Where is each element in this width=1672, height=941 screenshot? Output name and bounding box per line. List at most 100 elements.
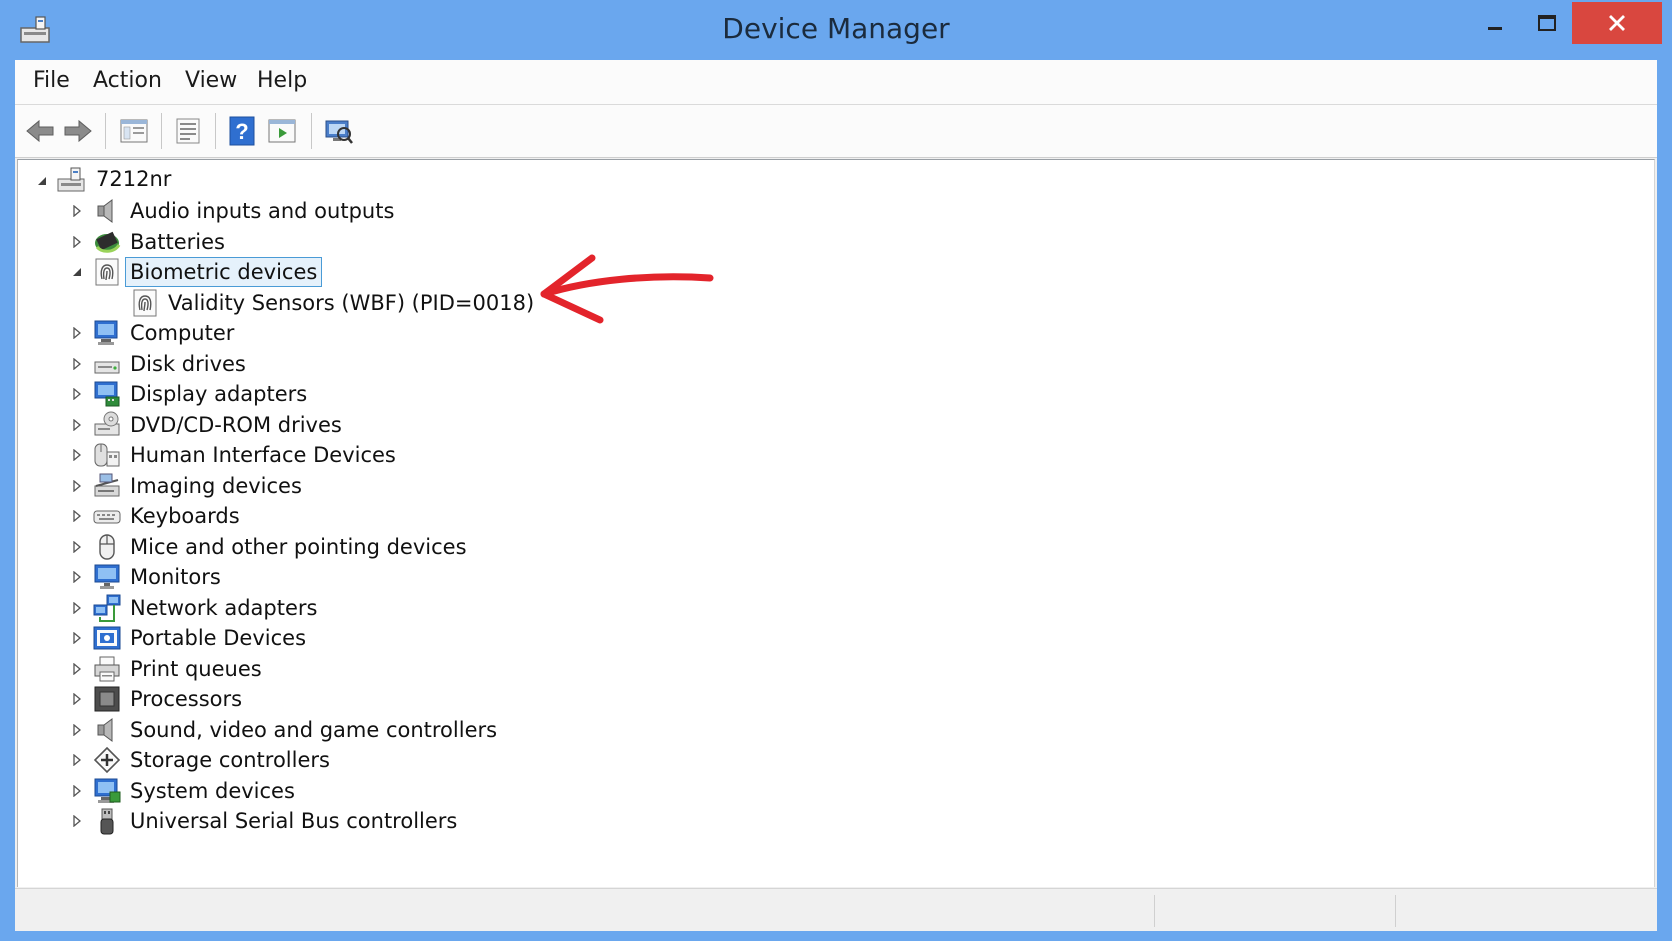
help-button[interactable]: ?: [225, 114, 259, 148]
expand-toggle-human-interface-devices[interactable]: [70, 448, 84, 462]
category-imaging-devices[interactable]: Imaging devices: [130, 472, 302, 500]
expand-toggle-sound-video-and-game-controllers[interactable]: [70, 723, 84, 737]
device-manager-window: Device Manager File Action View Help ? 7…: [0, 0, 1672, 941]
expand-arrow-icon: [73, 662, 82, 675]
status-divider: [1395, 895, 1396, 927]
storage-controller-icon: [93, 746, 121, 774]
category-computer[interactable]: Computer: [130, 319, 234, 347]
processor-icon: [94, 686, 120, 712]
expand-toggle-disk-drives[interactable]: [70, 357, 84, 371]
category-sound-video-and-game-controllers[interactable]: Sound, video and game controllers: [130, 716, 497, 744]
disk-drive-icon: [94, 361, 120, 373]
expand-toggle-storage-controllers[interactable]: [70, 753, 84, 767]
expand-toggle-universal-serial-bus-controllers[interactable]: [70, 814, 84, 828]
show-hide-console-tree-button[interactable]: [117, 114, 151, 148]
properties-button[interactable]: [171, 114, 205, 148]
category-universal-serial-bus-controllers[interactable]: Universal Serial Bus controllers: [130, 807, 457, 835]
close-icon: [1609, 15, 1625, 31]
category-human-interface-devices[interactable]: Human Interface Devices: [130, 441, 396, 469]
expand-arrow-icon: [73, 205, 82, 217]
expand-toggle-network-adapters[interactable]: [70, 601, 84, 615]
dvd-icon: [94, 411, 120, 435]
scan-hardware-icon: [325, 120, 353, 144]
expand-toggle-dvd-cd-rom-drives[interactable]: [70, 418, 84, 432]
help-icon: ?: [229, 116, 255, 146]
monitor-icon: [94, 564, 120, 589]
category-audio-inputs-and-outputs[interactable]: Audio inputs and outputs: [130, 197, 394, 225]
scan-hardware-changes-button[interactable]: [321, 114, 355, 148]
expand-arrow-icon: [73, 418, 82, 431]
battery-icon: [95, 231, 121, 253]
collapse-arrow-icon: [38, 177, 46, 185]
expand-arrow-icon: [73, 357, 82, 370]
expand-arrow-icon: [73, 510, 82, 522]
status-divider: [1154, 895, 1155, 927]
expand-arrow-icon: [73, 723, 82, 736]
minimize-button[interactable]: [1468, 2, 1522, 44]
category-processors[interactable]: Processors: [130, 685, 242, 713]
category-biometric-devices[interactable]: Biometric devices: [124, 257, 323, 287]
run-action-button[interactable]: [265, 114, 299, 148]
network-icon: [93, 594, 121, 622]
root-collapse-toggle[interactable]: [35, 174, 49, 188]
speaker-icon: [97, 717, 113, 742]
category-mice-and-other-pointing-devices[interactable]: Mice and other pointing devices: [130, 533, 467, 561]
back-button[interactable]: [23, 114, 57, 148]
expand-toggle-audio-inputs-and-outputs[interactable]: [70, 204, 84, 218]
expand-toggle-system-devices[interactable]: [70, 784, 84, 798]
category-keyboards[interactable]: Keyboards: [130, 502, 240, 530]
category-storage-controllers[interactable]: Storage controllers: [130, 746, 330, 774]
expand-toggle-display-adapters[interactable]: [70, 387, 84, 401]
scanner-icon: [94, 473, 120, 496]
expand-arrow-icon: [73, 601, 82, 614]
menu-file[interactable]: File: [29, 68, 74, 93]
expand-arrow-icon: [73, 449, 82, 461]
category-dvd-cd-rom-drives[interactable]: DVD/CD-ROM drives: [130, 411, 342, 439]
tree-root-label[interactable]: 7212nr: [96, 165, 171, 193]
expand-arrow-icon: [73, 327, 82, 339]
expand-toggle-batteries[interactable]: [70, 235, 84, 249]
close-button[interactable]: [1572, 2, 1662, 44]
category-batteries[interactable]: Batteries: [130, 228, 225, 256]
expand-arrow-icon: [73, 693, 82, 705]
menu-bar: File Action View Help: [15, 60, 1657, 105]
category-monitors[interactable]: Monitors: [130, 563, 221, 591]
keyboard-icon: [93, 510, 121, 524]
list-icon: [176, 118, 200, 144]
back-icon: [26, 119, 54, 143]
device-tree[interactable]: 7212nr Audio inputs and outputs Batteries…: [17, 159, 1655, 887]
expand-toggle-mice-and-other-pointing-devices[interactable]: [70, 540, 84, 554]
display-adapter-icon: [94, 381, 120, 407]
menu-help[interactable]: Help: [253, 68, 311, 93]
category-display-adapters[interactable]: Display adapters: [130, 380, 307, 408]
fingerprint-icon: [133, 289, 157, 316]
title-bar[interactable]: Device Manager: [0, 0, 1672, 60]
maximize-button[interactable]: [1520, 2, 1574, 44]
expand-toggle-imaging-devices[interactable]: [70, 479, 84, 493]
category-network-adapters[interactable]: Network adapters: [130, 594, 317, 622]
maximize-icon: [1538, 15, 1556, 31]
expand-toggle-portable-devices[interactable]: [70, 631, 84, 645]
category-disk-drives[interactable]: Disk drives: [130, 350, 246, 378]
collapse-arrow-icon: [73, 268, 81, 276]
toolbar-separator: [311, 113, 312, 149]
expand-arrow-icon: [73, 479, 82, 492]
expand-toggle-keyboards[interactable]: [70, 509, 84, 523]
expand-arrow-icon: [73, 784, 82, 797]
expand-toggle-biometric-devices[interactable]: [70, 265, 84, 279]
properties-icon: [120, 119, 148, 143]
expand-toggle-computer[interactable]: [70, 326, 84, 340]
category-portable-devices[interactable]: Portable Devices: [130, 624, 306, 652]
category-print-queues[interactable]: Print queues: [130, 655, 262, 683]
expand-toggle-processors[interactable]: [70, 692, 84, 706]
forward-button[interactable]: [61, 114, 95, 148]
expand-arrow-icon: [73, 632, 82, 644]
menu-view[interactable]: View: [181, 68, 241, 93]
expand-toggle-monitors[interactable]: [70, 570, 84, 584]
category-system-devices[interactable]: System devices: [130, 777, 295, 805]
device-item[interactable]: Validity Sensors (WBF) (PID=0018): [168, 289, 534, 317]
expand-toggle-print-queues[interactable]: [70, 662, 84, 676]
toolbar-separator: [161, 113, 162, 149]
status-bar: [15, 888, 1657, 931]
menu-action[interactable]: Action: [89, 68, 166, 93]
